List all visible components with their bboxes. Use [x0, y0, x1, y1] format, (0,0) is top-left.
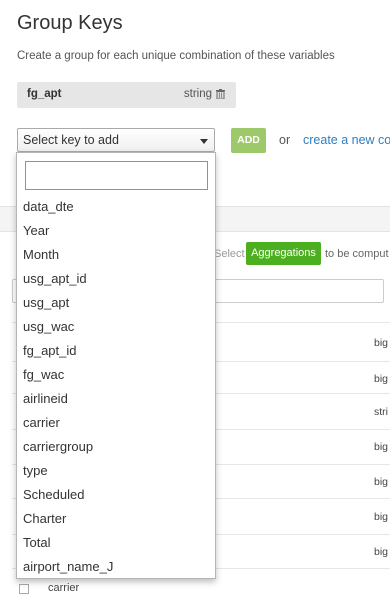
dropdown-option[interactable]: Month — [17, 243, 215, 267]
or-text: or — [279, 133, 291, 147]
dropdown-option[interactable]: airport_name_J — [17, 555, 215, 579]
dropdown-list: data_dte Year Month usg_apt_id usg_apt u… — [17, 195, 215, 579]
dropdown-option[interactable]: Charter — [17, 507, 215, 531]
dropdown-option[interactable]: type — [17, 459, 215, 483]
dropdown-option[interactable]: Scheduled — [17, 483, 215, 507]
row-type: big — [374, 337, 389, 349]
row-checkbox[interactable] — [19, 584, 29, 594]
create-new-link[interactable]: create a new co — [303, 133, 390, 147]
trash-icon[interactable] — [216, 89, 225, 99]
aggregations-button[interactable]: Aggregations — [246, 242, 321, 265]
row-type: big — [374, 373, 389, 385]
page-subtitle: Create a group for each unique combinati… — [17, 50, 335, 62]
aggregations-select-text: Select — [214, 248, 245, 260]
add-button[interactable]: ADD — [231, 128, 266, 153]
row-type: big — [374, 476, 389, 488]
key-select[interactable]: Select key to add — [17, 128, 215, 152]
dropdown-search-input[interactable] — [25, 161, 208, 190]
dropdown-option[interactable]: carrier — [17, 411, 215, 435]
row-type: big — [374, 511, 389, 523]
key-dropdown: data_dte Year Month usg_apt_id usg_apt u… — [16, 152, 216, 579]
group-key-chip: fg_apt string — [17, 82, 236, 108]
dropdown-option[interactable]: usg_wac — [17, 315, 215, 339]
group-key-name: fg_apt — [27, 88, 62, 100]
dropdown-option[interactable]: fg_apt_id — [17, 339, 215, 363]
row-type: big — [374, 546, 389, 558]
dropdown-option[interactable]: carriergroup — [17, 435, 215, 459]
key-select-label: Select key to add — [23, 133, 119, 147]
dropdown-option[interactable]: fg_wac — [17, 363, 215, 387]
dropdown-option[interactable]: Total — [17, 531, 215, 555]
row-type: stri — [374, 406, 388, 418]
dropdown-option[interactable]: airlineid — [17, 387, 215, 411]
row-name: carrier — [48, 582, 80, 594]
page-title: Group Keys — [17, 12, 123, 34]
dropdown-option[interactable]: Year — [17, 219, 215, 243]
aggregations-suffix-text: to be comput — [325, 248, 389, 260]
chevron-down-icon — [200, 139, 208, 144]
row-type: big — [374, 441, 389, 453]
dropdown-option[interactable]: usg_apt — [17, 291, 215, 315]
dropdown-option[interactable]: usg_apt_id — [17, 267, 215, 291]
group-key-type: string — [183, 88, 212, 100]
dropdown-option[interactable]: data_dte — [17, 195, 215, 219]
